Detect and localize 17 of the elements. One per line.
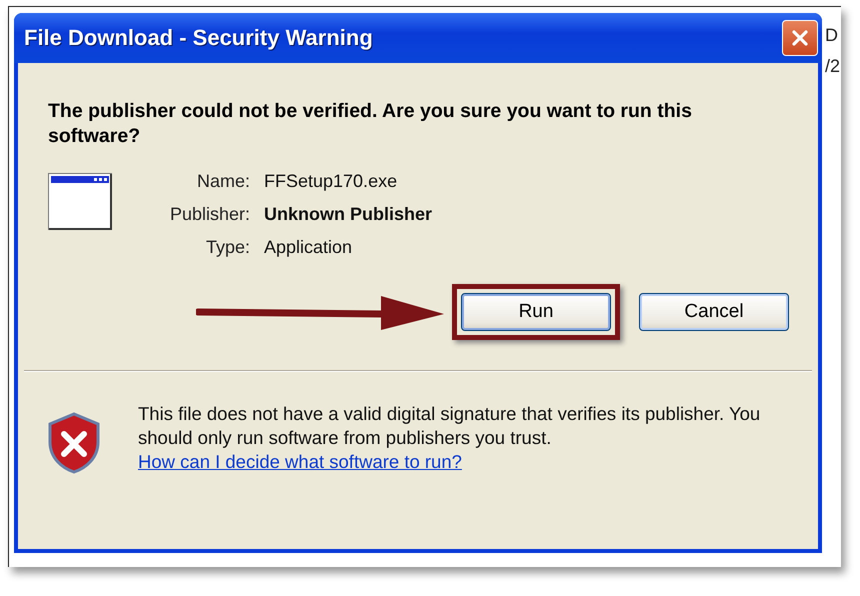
window-title: File Download - Security Warning: [24, 25, 373, 51]
dialog-button[interactable]: Cancel: [639, 293, 789, 331]
close-button[interactable]: [782, 20, 818, 56]
warning-headline: The publisher could not be verified. Are you sure you want to run this software?: [48, 99, 693, 149]
field-value: Unknown Publisher: [264, 204, 432, 225]
application-window-icon: [48, 173, 112, 230]
help-link[interactable]: How can I decide what software to run?: [138, 450, 462, 474]
signature-warning-text: This file does not have a valid digital signature that verifies its publisher. You should only run software from publishers you trust.: [138, 402, 762, 450]
field-label: Name:: [196, 171, 250, 192]
background-text: /2: [825, 56, 840, 77]
field-label: Publisher:: [168, 204, 250, 225]
shield-error-icon: [48, 412, 100, 474]
field-value: FFSetup170.exe: [264, 171, 398, 192]
run-button[interactable]: Run: [461, 293, 611, 331]
field-label: Type:: [204, 237, 250, 258]
field-value: Application: [264, 237, 354, 258]
background-text: D: [825, 25, 839, 46]
